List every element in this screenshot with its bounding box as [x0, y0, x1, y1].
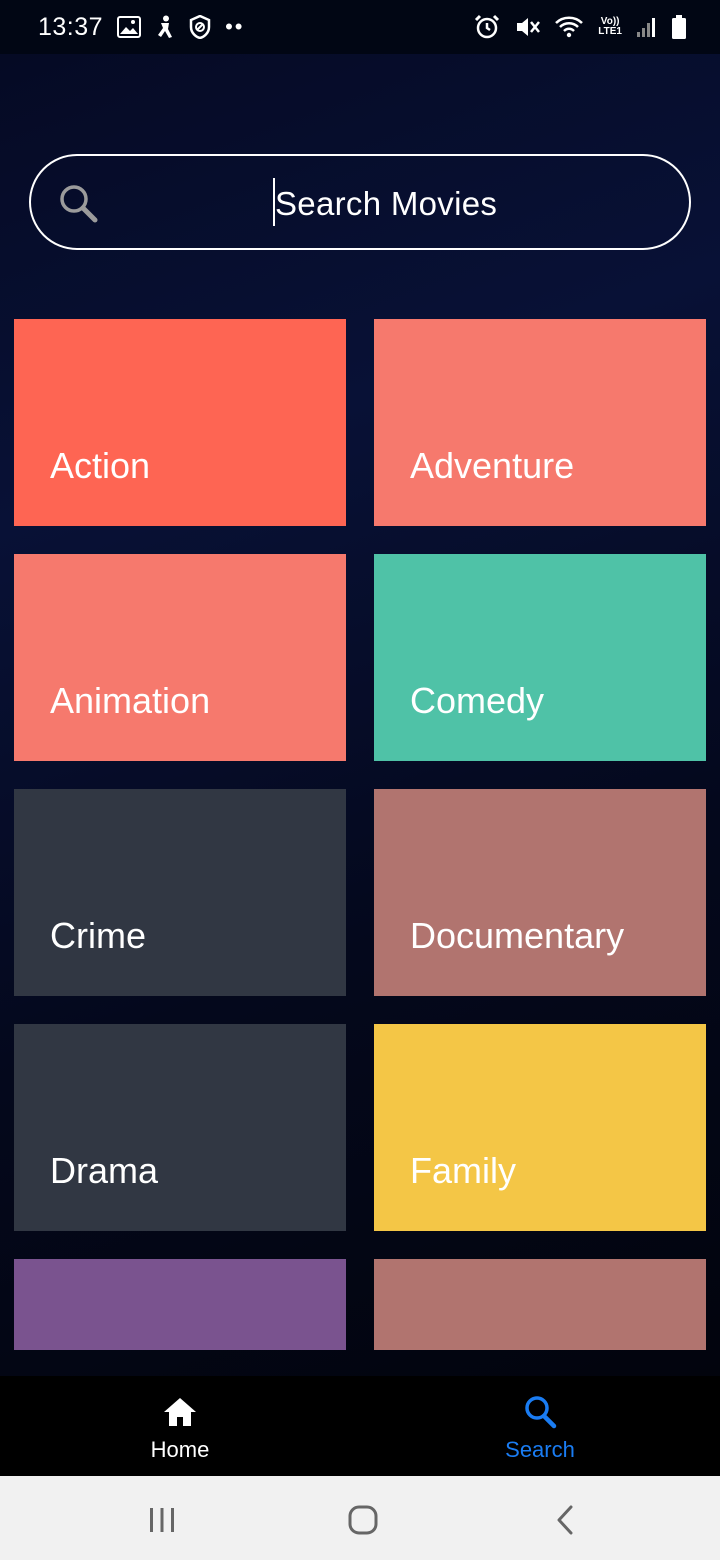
genre-tile-partial-left[interactable] [14, 1259, 346, 1350]
nav-home-label: Home [150, 1437, 210, 1462]
genre-tile-family[interactable]: Family [374, 1024, 706, 1231]
nav-search-label: Search [505, 1437, 575, 1462]
home-icon [162, 1394, 198, 1430]
battery-icon [672, 15, 686, 39]
nav-search[interactable]: Search [360, 1376, 720, 1476]
genre-tile-crime[interactable]: Crime [14, 789, 346, 996]
bottom-nav: Home Search [0, 1376, 720, 1476]
genre-label: Adventure [410, 445, 575, 486]
genre-label: Action [50, 445, 151, 486]
volte-bottom-label: LTE1 [598, 26, 622, 37]
genre-label: Crime [50, 915, 146, 956]
search-icon [522, 1394, 558, 1430]
genre-grid: Action Adventure Animation Comedy Crime … [0, 54, 720, 1376]
more-dots-icon: •• [225, 14, 245, 39]
genre-label: Comedy [410, 680, 545, 721]
genre-tile-animation[interactable]: Animation [14, 554, 346, 761]
alarm-icon [474, 14, 500, 40]
status-time: 13:37 [38, 12, 104, 41]
genre-label: Family [410, 1150, 516, 1191]
home-circle-icon[interactable] [345, 1502, 381, 1538]
genre-label: Documentary [410, 915, 625, 956]
genre-tile-documentary[interactable]: Documentary [374, 789, 706, 996]
system-nav-bar [0, 1476, 720, 1560]
image-icon [117, 16, 142, 38]
wifi-icon [554, 15, 584, 39]
status-right: Vo)) LTE1 [474, 14, 686, 40]
accessibility-icon [155, 15, 175, 39]
signal-icon [636, 16, 658, 38]
genre-label: Animation [50, 680, 211, 721]
genre-tile-adventure[interactable]: Adventure [374, 319, 706, 526]
back-icon[interactable] [548, 1502, 584, 1538]
shield-icon [189, 15, 211, 39]
genre-tile-drama[interactable]: Drama [14, 1024, 346, 1231]
volte-icon: Vo)) LTE1 [598, 17, 622, 37]
status-bar: 13:37 •• Vo)) LTE1 [0, 0, 720, 54]
nav-home[interactable]: Home [0, 1376, 360, 1476]
genre-tile-action[interactable]: Action [14, 319, 346, 526]
genre-label: Drama [50, 1150, 159, 1191]
genre-tile-comedy[interactable]: Comedy [374, 554, 706, 761]
genre-tile-partial-right[interactable] [374, 1259, 706, 1350]
recents-icon[interactable] [144, 1502, 180, 1538]
mute-icon [514, 14, 541, 40]
app-content: Search Movies Action Adventure Animation… [0, 54, 720, 1376]
status-left: 13:37 •• [38, 13, 244, 42]
